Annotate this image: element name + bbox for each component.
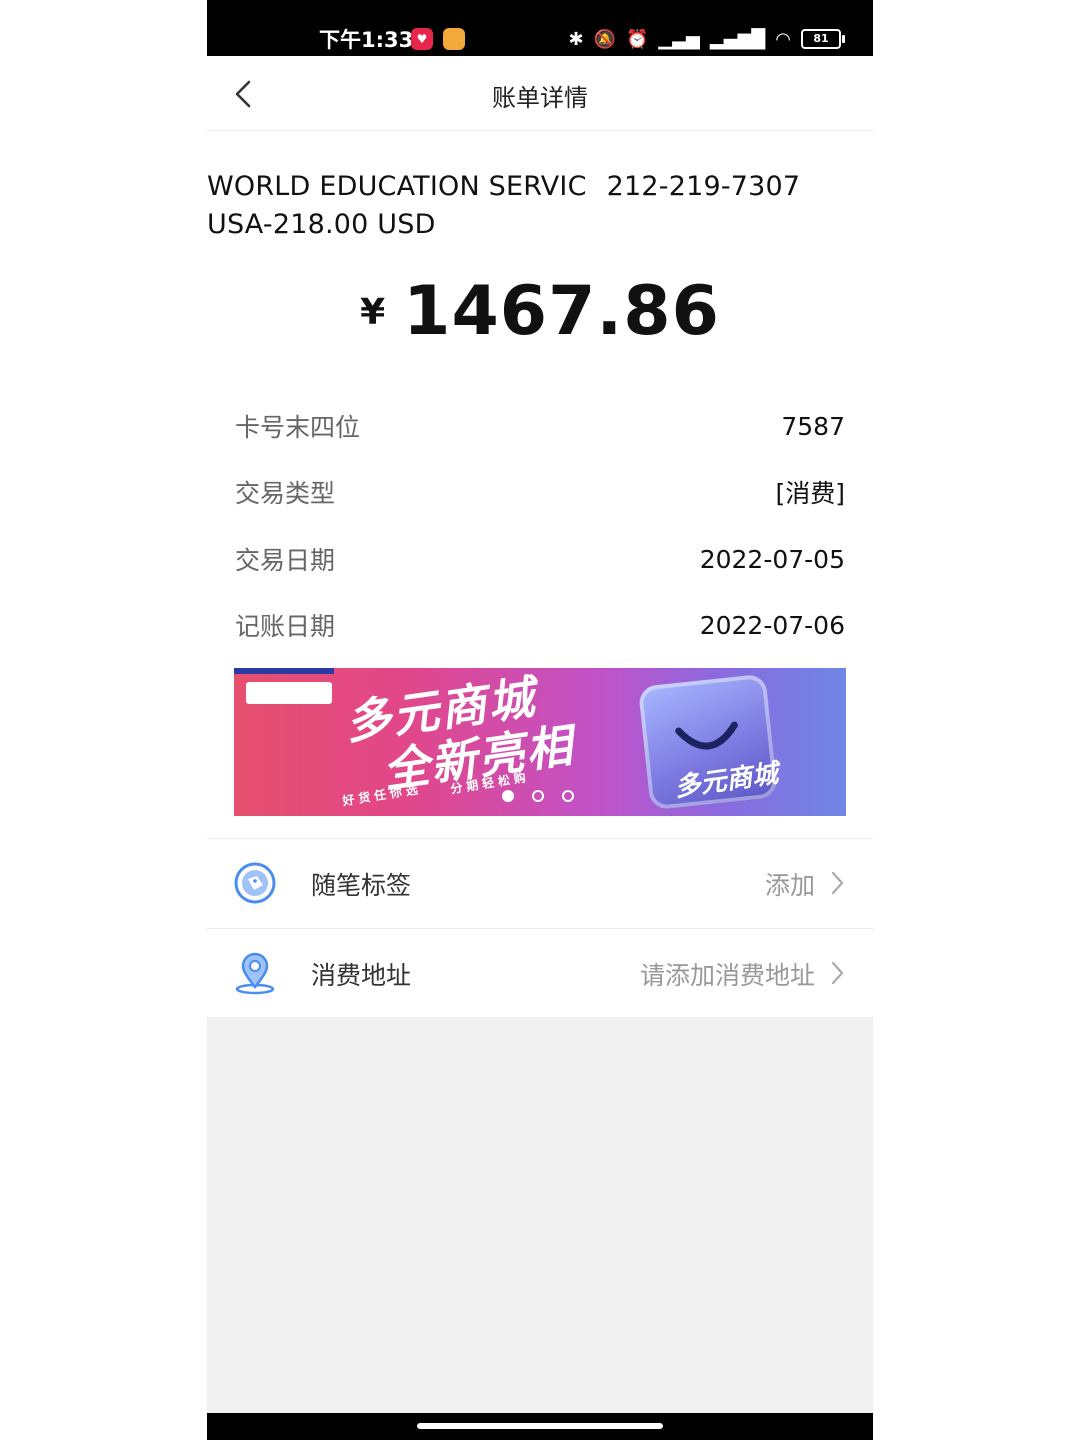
list-label: 随笔标签 xyxy=(311,871,412,900)
chevron-right-icon xyxy=(831,961,844,985)
promo-banner[interactable]: 多元商城 全新亮相 好货任你选 分期轻松购 多元商城 xyxy=(234,668,846,816)
list-label: 消费地址 xyxy=(311,961,412,990)
transaction-amount: ¥1467.86 xyxy=(207,272,873,351)
banner-subtitle-1: 好货任你选 xyxy=(341,781,423,809)
carousel-dot xyxy=(532,790,544,802)
mute-icon: 🔕 xyxy=(593,28,616,50)
banner-stripe xyxy=(234,668,334,674)
detail-label: 交易类型 xyxy=(235,479,336,508)
status-icons: ✱ 🔕 ⏰ ▁▃▅ ▂▄▆█ ◠ 81 xyxy=(568,26,845,52)
wifi-icon: ◠ xyxy=(775,28,791,50)
detail-row-trans-date: 交易日期 2022-07-05 xyxy=(235,539,845,579)
detail-value: 2022-07-05 xyxy=(699,544,845,574)
list-row-address[interactable]: 消费地址 请添加消费地址 xyxy=(207,928,873,1017)
add-tag-link[interactable]: 添加 xyxy=(765,866,815,902)
tag-icon xyxy=(234,862,276,904)
signal-icon: ▁▃▅ xyxy=(658,28,700,50)
phone-screen: 下午1:33 ♥ ✱ 🔕 ⏰ ▁▃▅ ▂▄▆█ ◠ 81 账单详情 WORLD … xyxy=(207,0,873,1440)
empty-area xyxy=(207,1017,873,1413)
detail-value: 7587 xyxy=(781,411,845,441)
merchant-line2: USA-218.00 USD xyxy=(207,209,436,240)
app-notification-icon-2 xyxy=(443,28,465,50)
location-pin-icon xyxy=(235,952,275,995)
amount-value: 1467.86 xyxy=(403,272,720,351)
carousel-dot xyxy=(562,790,574,802)
detail-row-post-date: 记账日期 2022-07-06 xyxy=(235,605,845,645)
page-title: 账单详情 xyxy=(492,84,588,112)
bluetooth-icon: ✱ xyxy=(568,28,584,50)
detail-value: [消费] xyxy=(775,479,845,508)
nav-header: 账单详情 xyxy=(207,56,873,131)
status-time: 下午1:33 xyxy=(319,28,414,52)
detail-label: 记账日期 xyxy=(235,612,336,641)
add-address-link[interactable]: 请添加消费地址 xyxy=(640,956,815,992)
list-row-tag[interactable]: 随笔标签 添加 xyxy=(207,838,873,927)
bank-logo xyxy=(246,682,332,704)
system-nav-bar xyxy=(207,1413,873,1440)
merchant-name: WORLD EDUCATION SERVIC xyxy=(207,171,587,202)
detail-label: 交易日期 xyxy=(235,546,336,575)
detail-label: 卡号末四位 xyxy=(235,413,361,442)
carousel-indicator xyxy=(502,790,574,802)
carousel-dot-active xyxy=(502,790,514,802)
chevron-right-icon xyxy=(831,871,844,895)
detail-value: 2022-07-06 xyxy=(699,610,845,640)
currency-symbol: ¥ xyxy=(360,292,386,333)
detail-row-card: 卡号末四位 7587 xyxy=(235,406,845,446)
alarm-icon: ⏰ xyxy=(625,28,649,50)
app-notification-icon: ♥ xyxy=(411,28,433,50)
battery-icon: 81 xyxy=(801,29,845,49)
merchant-info: WORLD EDUCATION SERVIC 212-219-7307 USA-2… xyxy=(207,168,847,244)
home-indicator[interactable] xyxy=(417,1423,663,1429)
merchant-phone: 212-219-7307 xyxy=(606,171,801,202)
detail-row-type: 交易类型 [消费] xyxy=(235,472,845,512)
hd-signal-icon: ▂▄▆█ xyxy=(709,28,766,50)
status-bar: 下午1:33 ♥ ✱ 🔕 ⏰ ▁▃▅ ▂▄▆█ ◠ 81 xyxy=(207,0,873,56)
